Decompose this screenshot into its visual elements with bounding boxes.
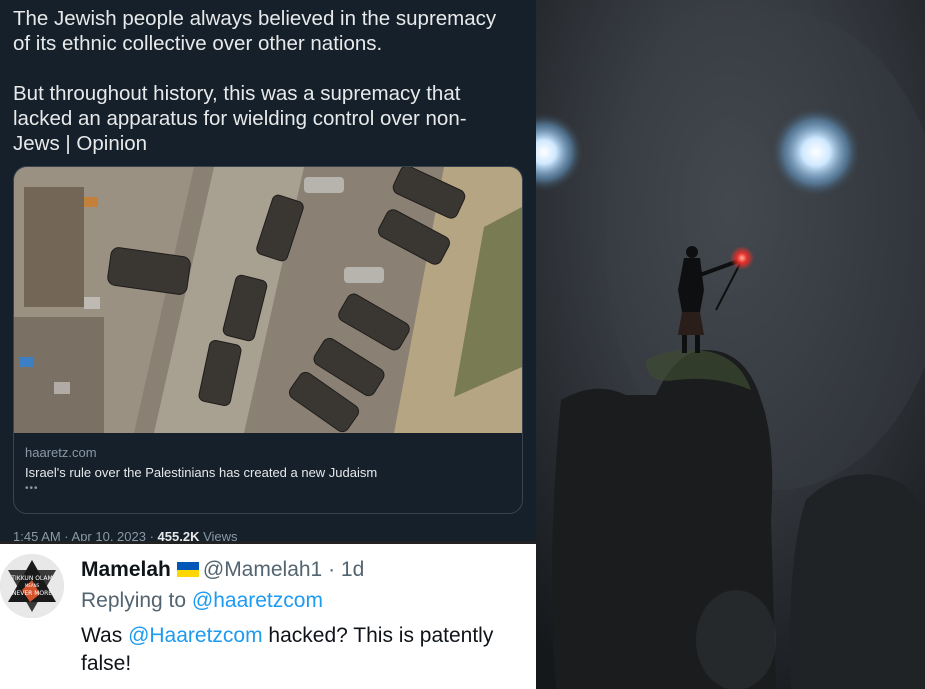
reply-text-prefix: Was xyxy=(81,624,129,647)
replying-to: Replying to @haaretzcom xyxy=(81,589,323,613)
replying-prefix: Replying to xyxy=(81,589,192,612)
card-dots: ••• xyxy=(25,483,39,494)
card-headline[interactable]: Israel's rule over the Palestinians has … xyxy=(25,465,377,480)
separator: · xyxy=(322,558,341,581)
tweet-time[interactable]: 1:45 AM · Apr 10, 2023 · xyxy=(13,529,158,541)
reply-header: Mamelah @Mamelah1 · 1d xyxy=(81,558,364,582)
replying-handle-link[interactable]: @haaretzcom xyxy=(192,589,323,612)
svg-text:NEVER MORE: NEVER MORE xyxy=(12,590,52,597)
card-domain: haaretz.com xyxy=(25,445,97,460)
glowing-eye-right xyxy=(770,106,862,198)
avatar-image: TIKKUN OLAM MEANS NEVER MORE xyxy=(0,554,64,618)
user-handle[interactable]: @Mamelah1 xyxy=(203,558,322,581)
svg-text:MEANS: MEANS xyxy=(25,583,40,588)
torch-glow xyxy=(730,246,754,270)
tweet-text: The Jewish people always believed in the… xyxy=(13,7,497,155)
reply-text: Was @Haaretzcom hacked? This is patently… xyxy=(81,622,531,678)
tweet-panel: The Jewish people always believed in the… xyxy=(0,0,536,541)
ukraine-flag-icon xyxy=(176,562,199,577)
card-image[interactable] xyxy=(14,167,522,433)
views-count: 455.2K xyxy=(157,529,200,541)
tweet-meta: 1:45 AM · Apr 10, 2023 · 455.2K Views xyxy=(13,529,238,541)
reply-age[interactable]: 1d xyxy=(341,558,364,581)
avatar[interactable]: TIKKUN OLAM MEANS NEVER MORE xyxy=(0,554,64,618)
mention-link[interactable]: @Haaretzcom xyxy=(128,624,263,647)
views-label: Views xyxy=(199,529,238,541)
meme-image xyxy=(536,0,925,689)
svg-text:TIKKUN OLAM: TIKKUN OLAM xyxy=(10,575,52,582)
display-name[interactable]: Mamelah xyxy=(81,558,171,581)
reply-panel: TIKKUN OLAM MEANS NEVER MORE Mamelah @Mam… xyxy=(0,541,536,689)
link-card[interactable]: haaretz.com Israel's rule over the Pales… xyxy=(13,166,523,514)
